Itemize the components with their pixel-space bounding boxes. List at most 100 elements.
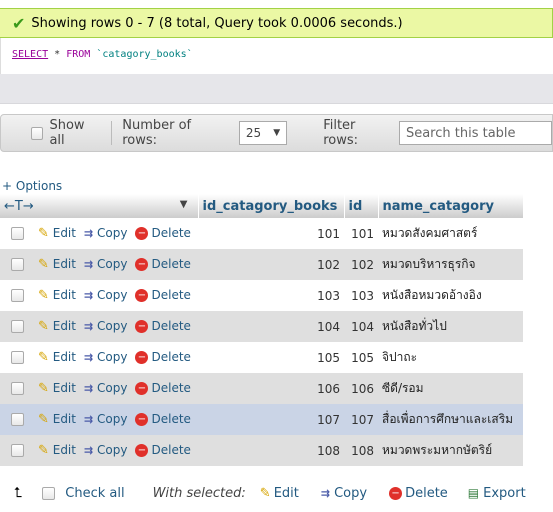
table-row[interactable]: ✎ Edit ⇉ Copy − Delete 104 104 หนังสือทั่วไป [0, 311, 523, 342]
row-edit-button[interactable]: Edit [53, 412, 76, 426]
cell-id-catagory-books: 108 [198, 435, 344, 466]
row-checkbox[interactable] [11, 444, 24, 457]
delete-icon: − [135, 444, 149, 457]
row-copy-button[interactable]: Copy [97, 257, 127, 271]
sql-table-name: `catagory_books` [96, 49, 193, 60]
pencil-icon: ✎ [259, 485, 271, 501]
success-message: ✔ Showing rows 0 - 7 (8 total, Query too… [0, 8, 553, 38]
cell-id-catagory-books: 104 [198, 311, 344, 342]
export-icon: ▤ [467, 486, 480, 500]
row-delete-button[interactable]: Delete [151, 319, 190, 333]
row-actions-cell: ✎ Edit ⇉ Copy − Delete [0, 404, 198, 435]
header-id-catagory-books[interactable]: id_catagory_books [198, 194, 345, 218]
table-row[interactable]: ✎ Edit ⇉ Copy − Delete 102 102 หมวดบริหารธุรกิ… [0, 249, 523, 280]
table-row[interactable]: ✎ Edit ⇉ Copy − Delete 107 107 สื่อเพื่อการศึก… [0, 404, 523, 435]
row-actions-cell: ✎ Edit ⇉ Copy − Delete [0, 342, 198, 373]
row-copy-button[interactable]: Copy [97, 443, 127, 457]
pencil-icon: ✎ [38, 381, 49, 396]
table-row[interactable]: ✎ Edit ⇉ Copy − Delete 108 108 หมวดพระมหากษัตร… [0, 435, 523, 466]
delete-icon: − [135, 227, 149, 240]
left-right-arrows-icon[interactable]: ←T→ [4, 199, 34, 214]
row-delete-button[interactable]: Delete [151, 381, 190, 395]
cell-id: 106 [344, 373, 378, 404]
table-row[interactable]: ✎ Edit ⇉ Copy − Delete 101 101 หมวดสังคมศาสตร์ [0, 218, 523, 249]
check-icon: ✔ [12, 13, 26, 33]
cell-name-catagory: หนังสือทั่วไป [378, 311, 523, 342]
row-edit-button[interactable]: Edit [53, 226, 76, 240]
delete-icon: − [135, 289, 149, 302]
arrow-up-left-icon: ⮤ [14, 485, 23, 501]
pencil-icon: ✎ [38, 443, 49, 458]
show-all-checkbox[interactable] [31, 126, 44, 140]
check-all-checkbox[interactable] [42, 486, 56, 500]
cell-name-catagory: หมวดพระมหากษัตริย์ [378, 435, 523, 466]
row-edit-button[interactable]: Edit [53, 443, 76, 457]
filter-rows-search-input[interactable]: Search this table [398, 121, 552, 145]
options-link[interactable]: + Options [2, 179, 62, 193]
row-copy-button[interactable]: Copy [97, 288, 127, 302]
row-delete-button[interactable]: Delete [151, 288, 190, 302]
cell-id: 103 [344, 280, 378, 311]
sql-star: * [54, 49, 61, 60]
row-copy-button[interactable]: Copy [97, 381, 127, 395]
table-row[interactable]: ✎ Edit ⇉ Copy − Delete 106 106 ซีดี/รอม [0, 373, 523, 404]
row-edit-button[interactable]: Edit [53, 257, 76, 271]
table-row[interactable]: ✎ Edit ⇉ Copy − Delete 105 105 จิปาถะ [0, 342, 523, 373]
row-actions-cell: ✎ Edit ⇉ Copy − Delete [0, 373, 198, 404]
column-arrows-header: ←T→ ▼ [0, 194, 199, 218]
row-copy-button[interactable]: Copy [97, 226, 127, 240]
row-copy-button[interactable]: Copy [97, 319, 127, 333]
row-edit-button[interactable]: Edit [53, 319, 76, 333]
row-edit-button[interactable]: Edit [53, 381, 76, 395]
row-delete-button[interactable]: Delete [151, 257, 190, 271]
bulk-export-button[interactable]: Export [483, 486, 526, 501]
row-actions-cell: ✎ Edit ⇉ Copy − Delete [0, 218, 198, 249]
sql-query-box: SELECT * FROM `catagory_books` [0, 38, 553, 74]
table-row[interactable]: ✎ Edit ⇉ Copy − Delete 103 103 หนังสือหมวดอ้าง… [0, 280, 523, 311]
bulk-copy-button[interactable]: Copy [334, 486, 367, 501]
cell-name-catagory: ซีดี/รอม [378, 373, 523, 404]
row-checkbox[interactable] [11, 289, 24, 302]
copy-icon: ⇉ [83, 227, 94, 240]
success-text: Showing rows 0 - 7 (8 total, Query took … [31, 15, 403, 31]
copy-icon: ⇉ [83, 289, 94, 302]
row-delete-button[interactable]: Delete [151, 412, 190, 426]
cell-name-catagory: หมวดบริหารธุรกิจ [378, 249, 523, 280]
cell-id: 107 [344, 404, 378, 435]
row-checkbox[interactable] [11, 382, 24, 395]
row-copy-button[interactable]: Copy [97, 412, 127, 426]
header-name-catagory[interactable]: name_catagory [378, 194, 524, 218]
row-checkbox[interactable] [11, 351, 24, 364]
row-copy-button[interactable]: Copy [97, 350, 127, 364]
cell-name-catagory: หนังสือหมวดอ้างอิง [378, 280, 523, 311]
row-delete-button[interactable]: Delete [151, 443, 190, 457]
pencil-icon: ✎ [38, 257, 49, 272]
row-actions-cell: ✎ Edit ⇉ Copy − Delete [0, 280, 198, 311]
row-actions-cell: ✎ Edit ⇉ Copy − Delete [0, 311, 198, 342]
chevron-down-icon: ▼ [273, 128, 281, 138]
bulk-delete-button[interactable]: Delete [405, 486, 448, 501]
row-checkbox[interactable] [11, 258, 24, 271]
header-id[interactable]: id [344, 194, 379, 218]
row-delete-button[interactable]: Delete [151, 226, 190, 240]
row-edit-button[interactable]: Edit [53, 288, 76, 302]
sort-dropdown-icon[interactable]: ▼ [180, 199, 188, 210]
row-checkbox[interactable] [11, 320, 24, 333]
cell-id-catagory-books: 106 [198, 373, 344, 404]
row-checkbox[interactable] [11, 227, 24, 240]
cell-id-catagory-books: 107 [198, 404, 344, 435]
cell-id-catagory-books: 101 [198, 218, 344, 249]
pencil-icon: ✎ [38, 412, 49, 427]
check-all-label[interactable]: Check all [65, 486, 124, 501]
number-of-rows-select[interactable]: 25 ▼ [238, 121, 288, 145]
pencil-icon: ✎ [38, 319, 49, 334]
row-delete-button[interactable]: Delete [151, 350, 190, 364]
delete-icon: − [135, 258, 149, 271]
row-checkbox[interactable] [11, 413, 24, 426]
cell-id-catagory-books: 103 [198, 280, 344, 311]
bulk-edit-button[interactable]: Edit [274, 486, 299, 501]
sql-select-keyword[interactable]: SELECT [12, 49, 48, 60]
row-edit-button[interactable]: Edit [53, 350, 76, 364]
cell-name-catagory: หมวดสังคมศาสตร์ [378, 218, 523, 249]
with-selected-label: With selected: [152, 485, 246, 501]
